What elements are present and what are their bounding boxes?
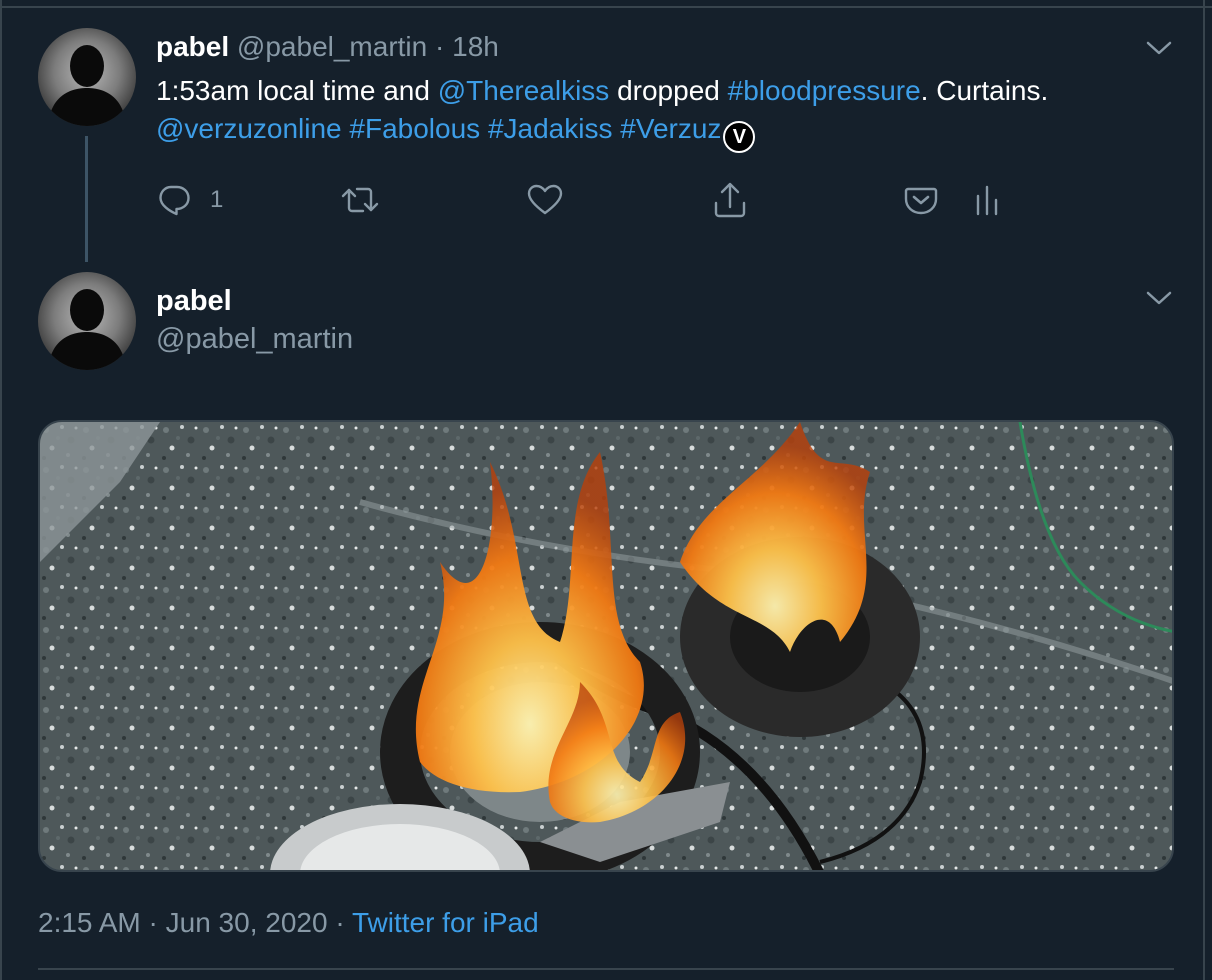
retweet-icon (340, 182, 380, 218)
bottom-divider (38, 968, 1174, 970)
tweet-text-segment: 1:53am local time and (156, 75, 438, 106)
left-border (0, 0, 2, 980)
retweet-button[interactable] (340, 180, 380, 220)
analytics-icon (972, 182, 1002, 218)
top-divider (0, 6, 1212, 8)
mention-link[interactable]: @Therealkiss (438, 75, 610, 106)
tweet-meta: 2:15 AM · Jun 30, 2020 · Twitter for iPa… (38, 906, 539, 940)
tweet-date[interactable]: Jun 30, 2020 (166, 907, 328, 938)
tweet-source-link[interactable]: Twitter for iPad (352, 907, 539, 938)
display-name[interactable]: pabel (156, 31, 229, 62)
display-name[interactable]: pabel (156, 284, 232, 318)
user-handle[interactable]: @pabel_martin (156, 322, 353, 356)
tweet-text: 1:53am local time and @Therealkiss dropp… (156, 72, 1166, 153)
save-to-pocket-button[interactable] (903, 180, 939, 220)
tweet-thread: pabel @pabel_martin · 18h 1:53am local t… (0, 0, 1212, 980)
hashtag-link[interactable]: #Verzuz (620, 113, 721, 144)
default-profile-silhouette-icon (48, 45, 126, 126)
tweet-text-segment: dropped (609, 75, 728, 106)
burning-headphones-photo (40, 422, 1172, 870)
hashtag-link[interactable]: #Fabolous (349, 113, 480, 144)
separator-dot: · (427, 31, 453, 62)
avatar[interactable] (38, 28, 136, 126)
heart-icon (526, 182, 564, 218)
tweet-header: pabel @pabel_martin · 18h (156, 30, 499, 64)
separator-dot: · (327, 907, 352, 938)
share-icon (712, 181, 748, 219)
avatar[interactable] (38, 272, 136, 370)
reply-icon (156, 182, 192, 218)
hashtag-link[interactable]: #bloodpressure (728, 75, 921, 106)
right-border (1203, 0, 1205, 980)
thread-connector-line (85, 136, 88, 262)
tweet-text-segment: . Curtains. (920, 75, 1049, 106)
like-button[interactable] (526, 180, 564, 220)
default-profile-silhouette-icon (48, 289, 126, 370)
analytics-button[interactable] (972, 180, 1002, 220)
verzuz-hashflag-icon: V (723, 121, 756, 153)
hashtag-link[interactable]: #Jadakiss (488, 113, 613, 144)
tweet-media-photo[interactable] (38, 420, 1174, 872)
chevron-down-icon[interactable] (1146, 290, 1172, 306)
pocket-icon (903, 182, 939, 218)
chevron-down-icon[interactable] (1146, 40, 1172, 56)
reply-count: 1 (210, 186, 224, 213)
share-button[interactable] (712, 180, 748, 220)
timestamp-relative[interactable]: 18h (452, 31, 499, 62)
mention-link[interactable]: @verzuzonline (156, 113, 342, 144)
tweet-time[interactable]: 2:15 AM (38, 907, 141, 938)
separator-dot: · (140, 907, 166, 938)
reply-button[interactable]: 1 (156, 180, 223, 220)
user-handle[interactable]: @pabel_martin (237, 31, 427, 62)
